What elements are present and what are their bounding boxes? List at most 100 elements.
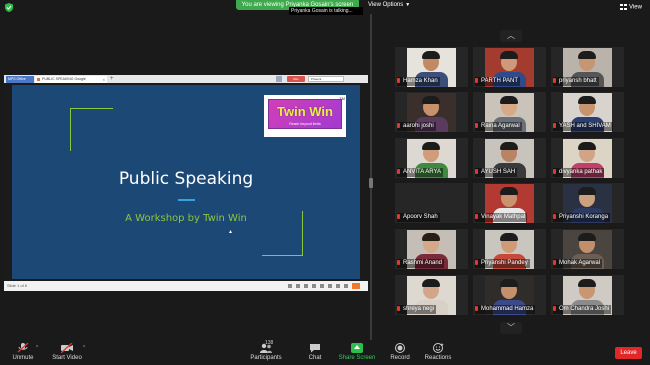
participant-tile[interactable]: YASH and SHIVAM	[551, 92, 624, 132]
splitter-handle[interactable]	[369, 178, 373, 188]
participant-hair	[578, 187, 596, 195]
participant-name: aarohi joshi	[397, 122, 436, 131]
microphone-muted-icon	[475, 123, 478, 128]
participant-tile[interactable]: priyansh bhatt	[551, 47, 624, 87]
shared-browser-tabs: MPS Office PUBLIC SPEAKING Google × + Rec…	[4, 75, 368, 83]
microphone-muted-icon	[397, 306, 400, 311]
participant-name-label: Vinayak Mathpal	[481, 214, 526, 220]
slide-area: Twin Win Reach beyond limits TM Public S…	[4, 83, 368, 281]
trademark-mark: TM	[339, 96, 345, 101]
participant-tile[interactable]: Mohammad Hamza	[473, 275, 546, 315]
slideshow-controls	[288, 284, 348, 288]
chat-button[interactable]: Chat	[302, 340, 328, 365]
microphone-muted-icon	[553, 123, 556, 128]
participant-hair	[500, 279, 518, 287]
gallery-scroll-down-button[interactable]: ﹀	[500, 322, 522, 334]
participant-name: Rashmi Anand	[397, 259, 445, 268]
microphone-muted-icon	[397, 78, 400, 83]
view-button[interactable]: View	[620, 4, 642, 11]
gallery-view-icon	[620, 4, 627, 10]
start-video-button[interactable]: Start Video	[49, 340, 85, 365]
participant-name: Hamza Khan	[397, 77, 440, 86]
participant-tile[interactable]: AYUSH SAH	[473, 138, 546, 178]
unmute-label: Unmute	[12, 355, 34, 361]
extension-icon	[276, 76, 282, 82]
recording-indicator: Rec	[287, 76, 305, 82]
participant-tile[interactable]: Raina Agarwal	[473, 92, 546, 132]
participant-tile[interactable]: ANVITA ARYA	[395, 138, 468, 178]
video-options-chevron-icon[interactable]: ^	[83, 345, 85, 351]
microphone-muted-icon	[553, 78, 556, 83]
unmute-button[interactable]: Unmute	[8, 340, 38, 365]
panel-splitter[interactable]	[370, 14, 372, 340]
participant-tile[interactable]: Mohak Agarwal	[551, 229, 624, 269]
new-tab-icon: +	[110, 76, 114, 82]
participants-button[interactable]: 138 Participants	[248, 340, 284, 365]
view-options-dropdown[interactable]: View Options ▼	[368, 2, 410, 8]
participant-hair	[422, 96, 440, 104]
participant-tile[interactable]: Hamza Khan	[395, 47, 468, 87]
participant-name-label: AYUSH SAH	[481, 169, 516, 175]
microphone-muted-icon	[553, 169, 556, 174]
participant-name-label: PARTH PANT	[481, 78, 519, 84]
active-speaker-label: Priyanka Gosain is talking...	[289, 7, 363, 15]
leave-button[interactable]: Leave	[615, 347, 642, 359]
participant-name-label: Rashmi Anand	[403, 260, 443, 266]
share-screen-icon	[351, 343, 363, 353]
slides-favicon-icon	[37, 78, 40, 81]
participant-name: shreya negi	[397, 305, 437, 314]
participant-name: Om Chandra Joshi	[553, 305, 612, 314]
share-screen-button[interactable]: Share Screen	[338, 340, 376, 365]
participant-name-label: Hamza Khan	[403, 78, 438, 84]
participant-hair	[500, 233, 518, 241]
participant-name: ANVITA ARYA	[397, 168, 444, 177]
reactions-smiley-icon	[433, 343, 444, 353]
participant-name: Raina Agarwal	[475, 122, 522, 131]
security-shield-icon[interactable]	[5, 3, 13, 12]
microphone-muted-icon	[475, 169, 478, 174]
participant-tile[interactable]: Vinayak Mathpal	[473, 183, 546, 223]
participant-hair	[422, 279, 440, 287]
mouse-cursor-icon: ▲	[228, 229, 233, 235]
audio-options-chevron-icon[interactable]: ^	[36, 345, 38, 351]
title-underline	[178, 199, 195, 201]
start-video-label: Start Video	[52, 355, 82, 361]
participants-label: Participants	[250, 355, 282, 361]
participant-hair	[422, 233, 440, 241]
participant-hair	[578, 51, 596, 59]
participant-hair	[500, 96, 518, 104]
chevron-up-icon: ︿	[507, 31, 515, 40]
participant-tile[interactable]: shreya negi	[395, 275, 468, 315]
video-off-icon	[61, 343, 73, 353]
participant-name-label: shreya negi	[403, 306, 435, 312]
participant-name: Priyanshi Pandey	[475, 259, 530, 268]
participant-tile[interactable]: Apoorv Shah	[395, 183, 468, 223]
view-options-label: View Options	[368, 2, 404, 8]
reactions-label: Reactions	[424, 355, 452, 361]
participant-tile[interactable]: divyanka pathak	[551, 138, 624, 178]
microphone-muted-icon	[17, 343, 29, 353]
twin-win-logo: Twin Win Reach beyond limits TM	[264, 95, 346, 137]
microphone-muted-icon	[475, 260, 478, 265]
reactions-button[interactable]: Reactions	[422, 340, 454, 365]
participant-name-label: Om Chandra Joshi	[559, 306, 610, 312]
participant-tile[interactable]: Priyanshi Pandey	[473, 229, 546, 269]
close-icon: ×	[102, 77, 105, 82]
participant-name-label: Raina Agarwal	[481, 123, 520, 129]
record-button[interactable]: Record	[387, 340, 413, 365]
record-icon	[395, 343, 405, 353]
participant-name: PARTH PANT	[475, 77, 521, 86]
gallery-scroll-up-button[interactable]: ︿	[500, 30, 522, 42]
participant-tile[interactable]: Priyanshi Koranga	[551, 183, 624, 223]
participant-name-label: ANVITA ARYA	[403, 169, 442, 175]
browser-tab: MPS Office	[6, 76, 34, 83]
participant-hair	[578, 279, 596, 287]
participant-tile[interactable]: PARTH PANT	[473, 47, 546, 87]
logo-tagline: Reach beyond limits	[289, 122, 321, 126]
participant-tile[interactable]: Om Chandra Joshi	[551, 275, 624, 315]
browser-tab-active: PUBLIC SPEAKING Google ×	[35, 76, 107, 83]
participant-name: Apoorv Shah	[397, 213, 440, 222]
participant-tile[interactable]: aarohi joshi	[395, 92, 468, 132]
participant-tile[interactable]: Rashmi Anand	[395, 229, 468, 269]
participant-name-label: divyanka pathak	[559, 169, 603, 175]
